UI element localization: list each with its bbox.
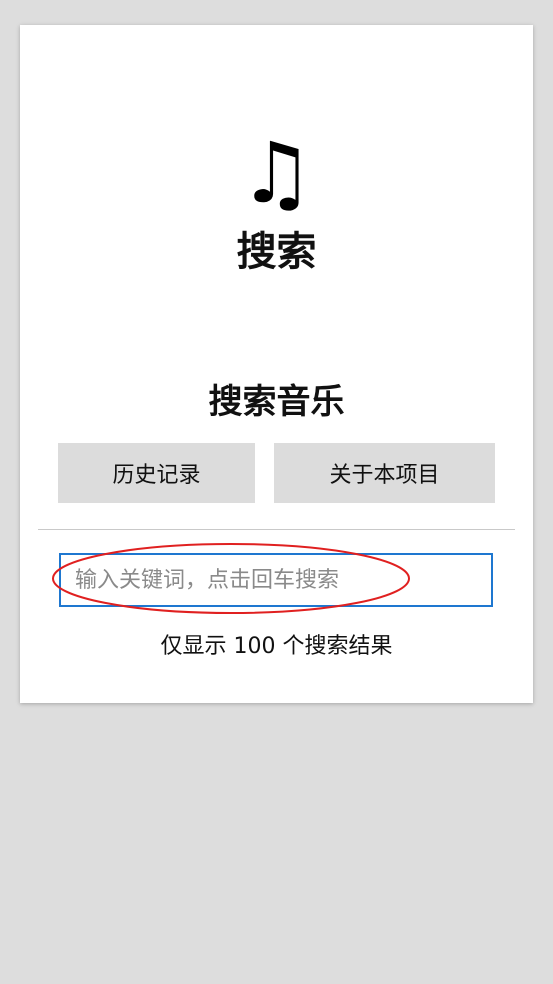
app-title: 搜索 xyxy=(236,229,317,275)
page-title: 搜索音乐 xyxy=(208,382,345,422)
result-limit-hint: 仅显示 100 个搜索结果 xyxy=(160,634,393,659)
search-input[interactable] xyxy=(59,553,493,607)
app-card: ♫ 搜索 搜索音乐 历史记录 关于本项目 仅显示 100 个搜索结果 xyxy=(20,25,533,703)
music-note-icon: ♫ xyxy=(238,124,315,222)
about-project-button[interactable]: 关于本项目 xyxy=(274,443,495,503)
history-button[interactable]: 历史记录 xyxy=(58,443,255,503)
divider xyxy=(38,529,515,530)
